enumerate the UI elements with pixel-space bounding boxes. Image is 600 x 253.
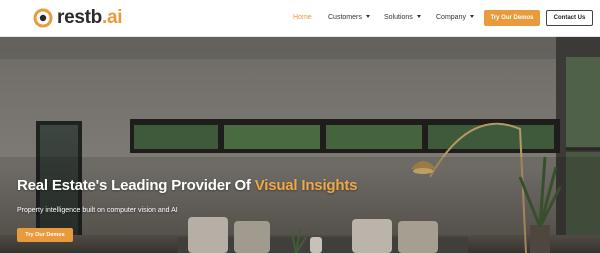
nav-home[interactable]: Home (293, 14, 312, 21)
hero-title: Real Estate's Leading Provider Of Visual… (17, 177, 357, 194)
nav-solutions[interactable]: Solutions (384, 14, 421, 21)
chevron-down-icon (365, 15, 370, 18)
chevron-down-icon (416, 15, 421, 18)
nav-customers[interactable]: Customers (328, 14, 370, 21)
hero-title-highlight: Visual Insights (254, 177, 358, 194)
nav-solutions-label: Solutions (384, 14, 413, 21)
try-demos-button[interactable]: Try Our Demos (484, 10, 540, 26)
hero-subtitle: Property intelligence built on computer … (17, 207, 178, 214)
chevron-down-icon (469, 15, 474, 18)
contact-button[interactable]: Contact Us (546, 10, 593, 26)
hero-title-main: Real Estate's Leading Provider Of (17, 177, 255, 194)
logo-mark-icon (33, 8, 53, 28)
hero-try-demos-button[interactable]: Try Our Demos (17, 228, 73, 242)
hero-section: Real Estate's Leading Provider Of Visual… (0, 37, 600, 253)
logo-link[interactable]: restb.ai (33, 7, 123, 29)
nav-customers-label: Customers (328, 14, 362, 21)
logo-text: restb.ai (57, 7, 123, 28)
nav-company[interactable]: Company (436, 14, 474, 21)
nav-company-label: Company (436, 14, 466, 21)
hero-background-image (0, 37, 600, 253)
site-header: restb.ai Home Customers Solutions Compan… (0, 0, 600, 37)
